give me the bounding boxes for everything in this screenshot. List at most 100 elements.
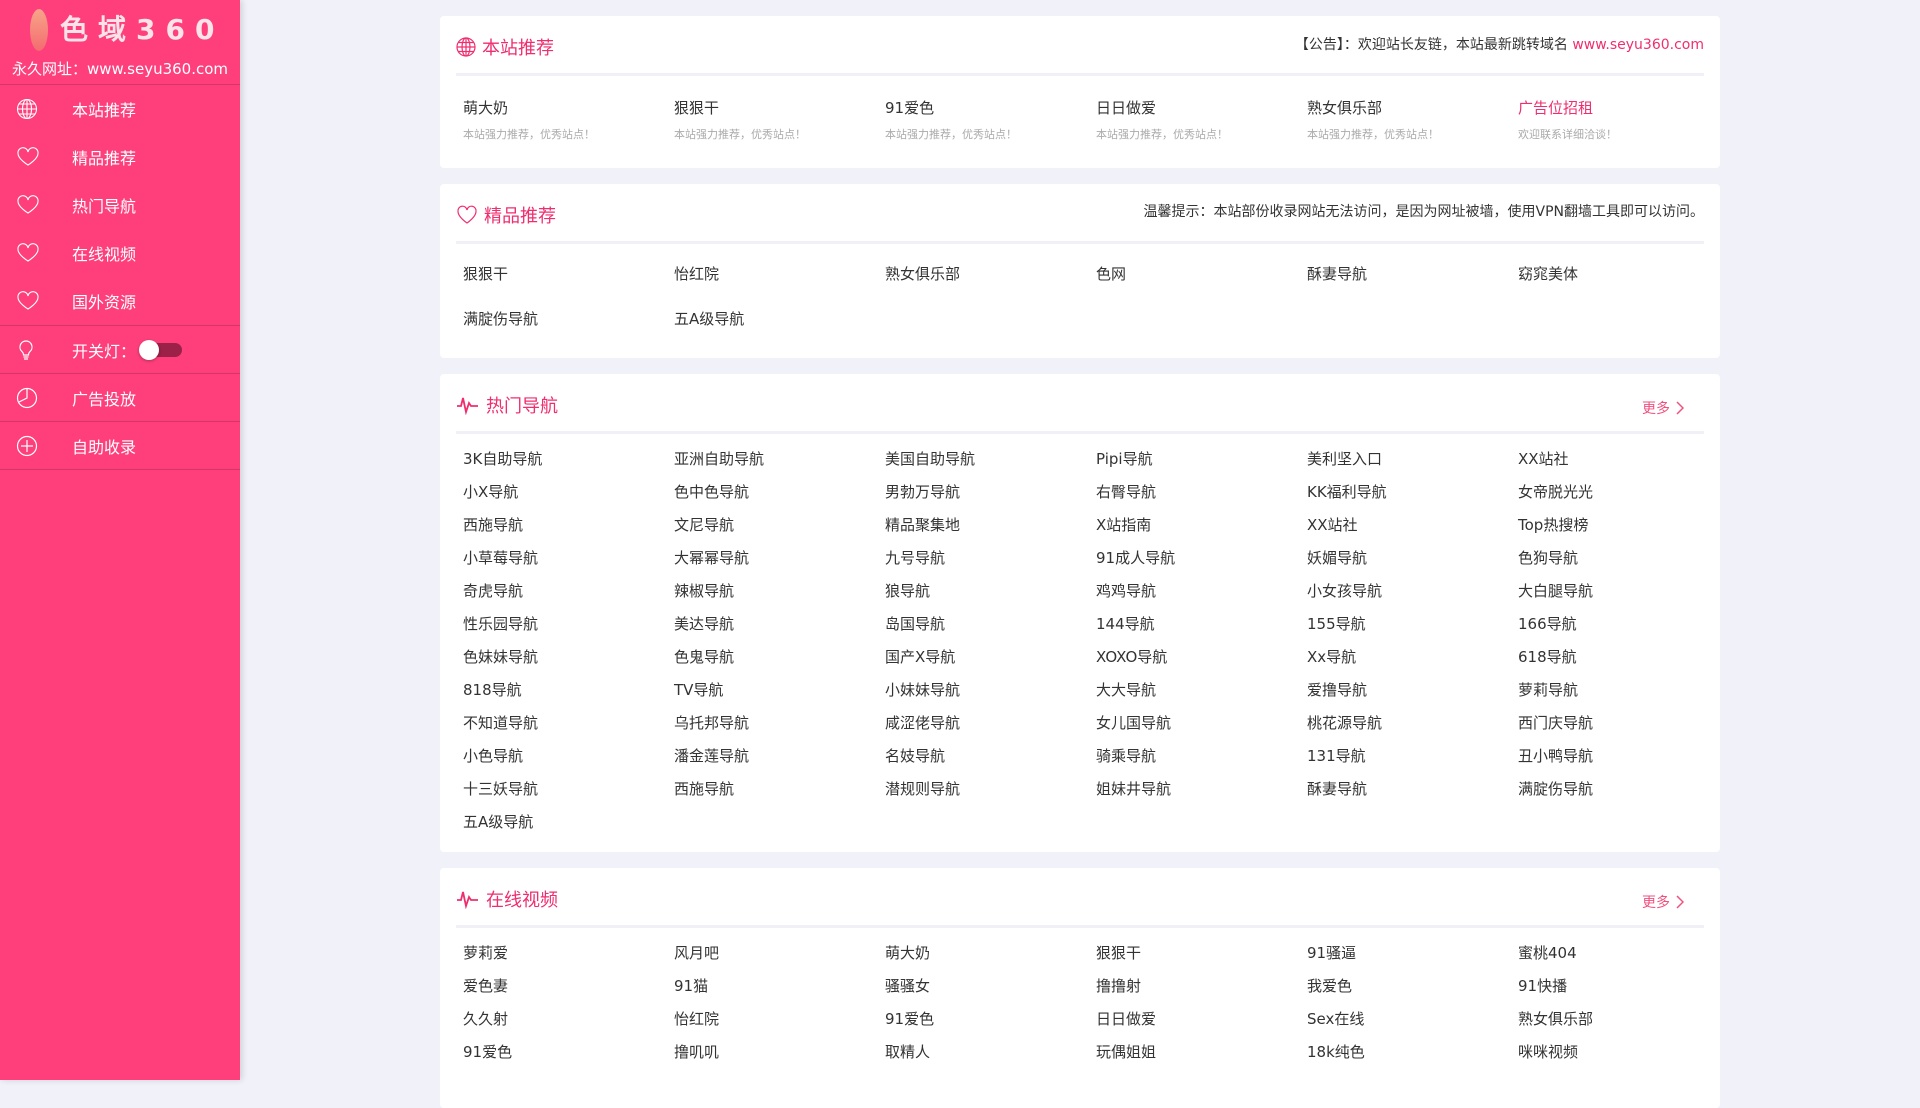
site-link[interactable]: 熟女俱乐部 [1518, 1003, 1729, 1036]
site-link[interactable]: 风月吧 [674, 937, 885, 970]
site-link[interactable]: 小色导航 [463, 740, 674, 773]
site-link[interactable]: 91成人导航 [1096, 542, 1307, 575]
site-link[interactable]: 色妹妹导航 [463, 641, 674, 674]
site-link[interactable]: 818导航 [463, 674, 674, 707]
site-link[interactable]: 名妓导航 [885, 740, 1096, 773]
site-link[interactable]: Sex在线 [1307, 1003, 1518, 1036]
site-link[interactable]: 玩偶姐姐 [1096, 1036, 1307, 1069]
site-link[interactable]: 爱色妻 [463, 970, 674, 1003]
site-link[interactable]: 西施导航 [674, 773, 885, 806]
site-link[interactable]: 怡红院 [674, 258, 885, 291]
site-link[interactable]: TV导航 [674, 674, 885, 707]
site-link[interactable]: 美达导航 [674, 608, 885, 641]
site-card[interactable]: 日日做爱 本站强力推荐，优秀站点！ [1096, 97, 1307, 142]
site-link[interactable]: Top热搜榜 [1518, 509, 1729, 542]
site-link[interactable]: 91爱色 [463, 1036, 674, 1069]
site-link[interactable]: 618导航 [1518, 641, 1729, 674]
site-link[interactable]: 狠狠干 [463, 258, 674, 291]
site-link[interactable]: 18k纯色 [1307, 1036, 1518, 1069]
site-link[interactable]: 男勃万导航 [885, 476, 1096, 509]
site-link[interactable]: 鸡鸡导航 [1096, 575, 1307, 608]
site-link[interactable]: 小X导航 [463, 476, 674, 509]
logo[interactable]: 色域360 永久网址：www.seyu360.com [0, 0, 240, 85]
domain-link[interactable]: www.seyu360.com [1572, 37, 1704, 53]
site-card[interactable]: 萌大奶 本站强力推荐，优秀站点！ [463, 97, 674, 142]
site-link[interactable]: 怡红院 [674, 1003, 885, 1036]
site-card[interactable]: 狠狠干 本站强力推荐，优秀站点！ [674, 97, 885, 142]
site-link[interactable]: 文尼导航 [674, 509, 885, 542]
sidebar-item-1[interactable]: 精品推荐 [0, 133, 240, 181]
site-link[interactable]: 姐妹井导航 [1096, 773, 1307, 806]
site-link[interactable]: 骑乘导航 [1096, 740, 1307, 773]
site-link[interactable]: 久久射 [463, 1003, 674, 1036]
site-link[interactable]: 桃花源导航 [1307, 707, 1518, 740]
site-link[interactable]: 丑小鸭导航 [1518, 740, 1729, 773]
site-link[interactable]: 萝莉导航 [1518, 674, 1729, 707]
sidebar-item-2[interactable]: 热门导航 [0, 181, 240, 229]
site-link[interactable]: 不知道导航 [463, 707, 674, 740]
site-link[interactable]: 美国自助导航 [885, 443, 1096, 476]
site-link[interactable]: 酥妻导航 [1307, 773, 1518, 806]
sidebar-item-0[interactable]: 本站推荐 [0, 85, 240, 133]
site-link[interactable]: 辣椒导航 [674, 575, 885, 608]
site-link[interactable]: 色鬼导航 [674, 641, 885, 674]
site-link[interactable]: 西门庆导航 [1518, 707, 1729, 740]
more-link[interactable]: 更多 [1642, 398, 1684, 418]
site-link[interactable]: 亚洲自助导航 [674, 443, 885, 476]
more-link[interactable]: 更多 [1642, 892, 1684, 912]
site-link[interactable]: 狠狠干 [1096, 937, 1307, 970]
site-link[interactable]: 大幂幂导航 [674, 542, 885, 575]
light-toggle[interactable] [139, 339, 183, 360]
site-link[interactable]: 144导航 [1096, 608, 1307, 641]
site-link[interactable]: 潘金莲导航 [674, 740, 885, 773]
site-link[interactable]: 五A级导航 [674, 303, 885, 336]
site-link[interactable]: Pipi导航 [1096, 443, 1307, 476]
site-link[interactable]: 大大导航 [1096, 674, 1307, 707]
site-link[interactable]: 满腚伤导航 [1518, 773, 1729, 806]
site-link[interactable]: 性乐园导航 [463, 608, 674, 641]
site-link[interactable]: 蜜桃404 [1518, 937, 1729, 970]
site-link[interactable]: 小女孩导航 [1307, 575, 1518, 608]
site-link[interactable]: 咪咪视频 [1518, 1036, 1729, 1069]
site-link[interactable]: 美利坚入口 [1307, 443, 1518, 476]
site-card[interactable]: 熟女俱乐部 本站强力推荐，优秀站点！ [1307, 97, 1518, 142]
site-link[interactable]: Xx导航 [1307, 641, 1518, 674]
site-link[interactable]: 萝莉爱 [463, 937, 674, 970]
site-link[interactable]: 爱撸导航 [1307, 674, 1518, 707]
site-link[interactable]: 91骚逼 [1307, 937, 1518, 970]
site-link[interactable]: 国产X导航 [885, 641, 1096, 674]
site-link[interactable]: 十三妖导航 [463, 773, 674, 806]
site-link[interactable]: XX站社 [1307, 509, 1518, 542]
site-link[interactable]: 我爱色 [1307, 970, 1518, 1003]
site-link[interactable]: 乌托邦导航 [674, 707, 885, 740]
site-link[interactable]: 色中色导航 [674, 476, 885, 509]
sidebar-item-4[interactable]: 国外资源 [0, 277, 240, 325]
site-link[interactable]: 小草莓导航 [463, 542, 674, 575]
site-link[interactable]: XX站社 [1518, 443, 1729, 476]
site-link[interactable]: 精品聚集地 [885, 509, 1096, 542]
site-link[interactable]: 妖媚导航 [1307, 542, 1518, 575]
site-link[interactable]: 萌大奶 [885, 937, 1096, 970]
site-link[interactable]: 91快播 [1518, 970, 1729, 1003]
sidebar-item-submit[interactable]: 自助收录 [0, 422, 240, 470]
site-link[interactable]: 撸叽叽 [674, 1036, 885, 1069]
site-link[interactable]: 色狗导航 [1518, 542, 1729, 575]
site-link[interactable]: 酥妻导航 [1307, 258, 1518, 291]
site-link[interactable]: 西施导航 [463, 509, 674, 542]
site-link[interactable]: 取精人 [885, 1036, 1096, 1069]
site-link[interactable]: 大白腿导航 [1518, 575, 1729, 608]
site-link[interactable]: 五A级导航 [463, 806, 674, 839]
site-link[interactable]: 撸撸射 [1096, 970, 1307, 1003]
site-link[interactable]: 日日做爱 [1096, 1003, 1307, 1036]
site-link[interactable]: 色网 [1096, 258, 1307, 291]
site-link[interactable]: 女帝脱光光 [1518, 476, 1729, 509]
site-link[interactable]: 岛国导航 [885, 608, 1096, 641]
site-card[interactable]: 广告位招租 欢迎联系详细洽谈！ [1518, 97, 1729, 142]
sidebar-item-ads[interactable]: 广告投放 [0, 374, 240, 422]
site-link[interactable]: 3K自助导航 [463, 443, 674, 476]
site-link[interactable]: 熟女俱乐部 [885, 258, 1096, 291]
site-link[interactable]: 131导航 [1307, 740, 1518, 773]
site-link[interactable]: 155导航 [1307, 608, 1518, 641]
site-link[interactable]: 满腚伤导航 [463, 303, 674, 336]
site-card[interactable]: 91爱色 本站强力推荐，优秀站点！ [885, 97, 1096, 142]
